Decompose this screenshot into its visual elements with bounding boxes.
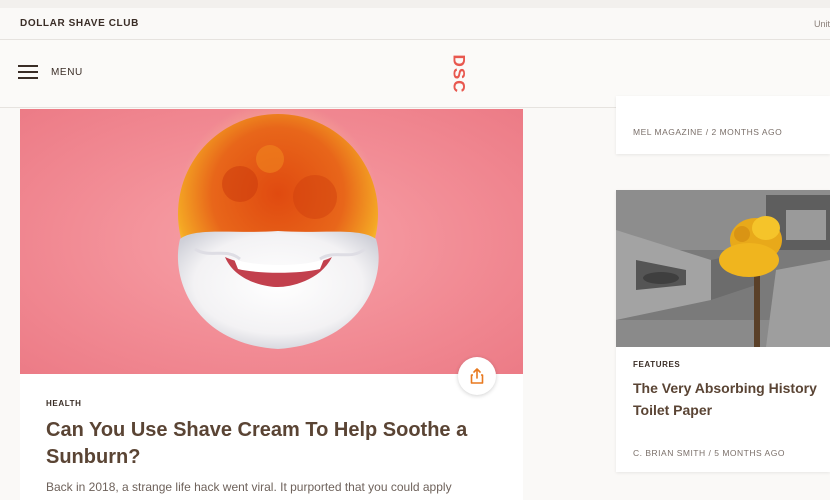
article-category[interactable]: FEATURES: [633, 360, 680, 369]
side-article-card[interactable]: FEATURES The Very Absorbing History Toil…: [616, 190, 830, 472]
article-excerpt: Back in 2018, a strange life hack went v…: [46, 480, 452, 494]
region-selector[interactable]: Unit: [814, 19, 830, 29]
brand-name[interactable]: DOLLAR SHAVE CLUB: [20, 18, 139, 29]
main-article-card[interactable]: HEALTH Can You Use Shave Cream To Help S…: [20, 109, 523, 500]
dsc-logo[interactable]: DSC: [446, 50, 470, 98]
article-meta: MEL MAGAZINE / 2 MONTHS AGO: [633, 127, 783, 137]
share-icon: [470, 368, 484, 384]
sun-with-shave-cream-illustration: [177, 109, 379, 349]
share-button[interactable]: [458, 357, 496, 395]
menu-button[interactable]: MENU: [18, 65, 83, 79]
article-meta: C. BRIAN SMITH / 5 MONTHS AGO: [633, 448, 785, 458]
article-title[interactable]: The Very Absorbing History Toilet Paper: [633, 377, 830, 421]
hamburger-icon: [18, 65, 38, 79]
top-bar: DOLLAR SHAVE CLUB Unit: [0, 0, 830, 40]
menu-label: MENU: [51, 66, 83, 78]
article-thumbnail[interactable]: [616, 190, 830, 347]
hero-image[interactable]: [20, 109, 523, 374]
side-article-card[interactable]: MEL MAGAZINE / 2 MONTHS AGO: [616, 96, 830, 154]
toilet-paper-sponge-image: [616, 190, 830, 347]
article-title[interactable]: Can You Use Shave Cream To Help Soothe a…: [46, 417, 506, 471]
logo-text: DSC: [450, 55, 469, 94]
article-category[interactable]: HEALTH: [46, 399, 81, 408]
